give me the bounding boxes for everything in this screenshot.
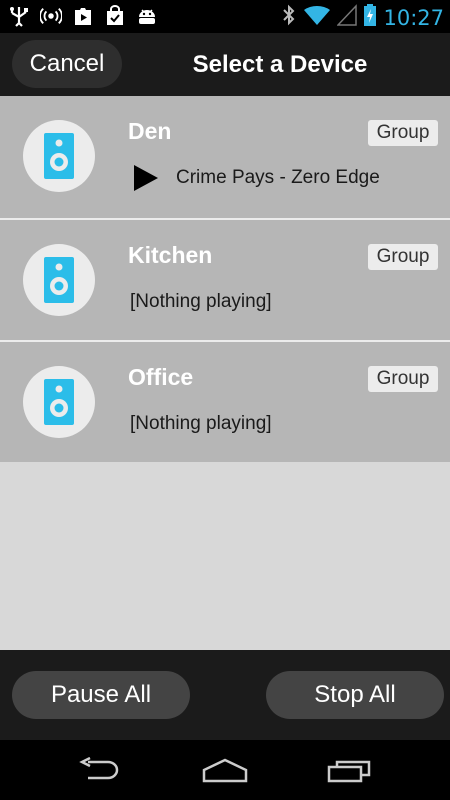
broadcast-icon <box>40 5 62 27</box>
cancel-button[interactable]: Cancel <box>12 40 122 88</box>
wifi-icon <box>303 4 331 31</box>
now-playing-text: Crime Pays - Zero Edge <box>176 167 380 188</box>
speaker-icon <box>23 366 95 438</box>
usb-icon <box>8 5 30 27</box>
device-row-office[interactable]: Office Group [Nothing playing] <box>0 340 450 462</box>
page-title: Select a Device <box>192 50 368 78</box>
group-button[interactable]: Group <box>368 120 438 146</box>
device-row-den[interactable]: Den Group Crime Pays - Zero Edge <box>0 96 450 218</box>
play-icon[interactable] <box>133 164 159 197</box>
bottom-action-bar: Pause All Stop All <box>0 650 450 740</box>
shopping-bag-icon <box>104 5 126 27</box>
bluetooth-icon <box>281 3 297 32</box>
speaker-icon <box>23 244 95 316</box>
device-name: Den <box>128 118 172 144</box>
clock: 10:27 <box>383 5 444 30</box>
android-icon <box>136 5 158 27</box>
status-bar: 10:27 <box>0 0 450 33</box>
notification-icons <box>8 5 158 27</box>
pause-all-button[interactable]: Pause All <box>12 671 190 719</box>
device-name: Kitchen <box>128 242 213 268</box>
back-icon[interactable] <box>70 752 130 788</box>
stop-all-button[interactable]: Stop All <box>266 671 444 719</box>
device-row-kitchen[interactable]: Kitchen Group [Nothing playing] <box>0 218 450 340</box>
recent-apps-icon[interactable] <box>320 752 380 788</box>
navigation-bar <box>0 740 450 800</box>
play-store-icon <box>72 5 94 27</box>
speaker-icon <box>23 120 95 192</box>
device-list: Den Group Crime Pays - Zero Edge Kitchen… <box>0 96 450 462</box>
battery-charging-icon <box>363 3 377 32</box>
now-playing-text: [Nothing playing] <box>130 291 272 312</box>
group-button[interactable]: Group <box>368 366 438 392</box>
device-name: Office <box>128 364 194 390</box>
group-button[interactable]: Group <box>368 244 438 270</box>
now-playing-text: [Nothing playing] <box>130 413 272 434</box>
action-bar: Cancel Select a Device <box>0 33 450 96</box>
signal-icon <box>336 4 358 31</box>
home-icon[interactable] <box>195 752 255 788</box>
system-icons: 10:27 <box>281 3 444 32</box>
